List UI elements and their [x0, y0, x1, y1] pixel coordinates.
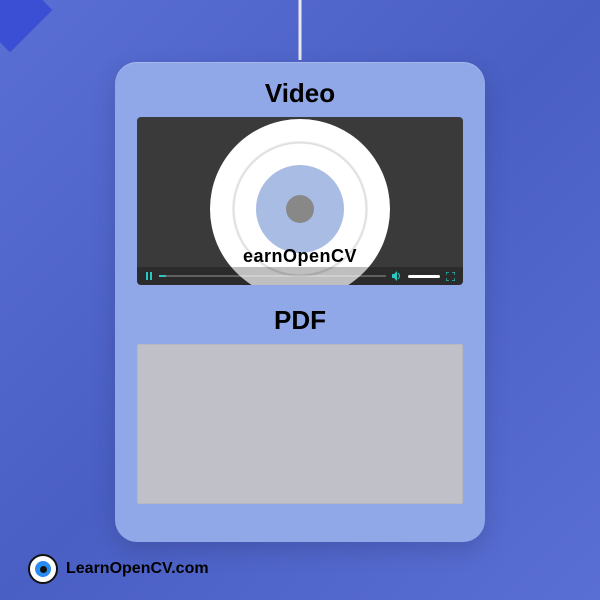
brand-text: LearnOpenCV.com — [66, 560, 209, 578]
brand-eye-iris — [35, 561, 51, 577]
brand-eye-pupil — [40, 566, 47, 573]
fullscreen-icon[interactable] — [446, 272, 455, 281]
video-controls-bar — [137, 267, 463, 285]
footer-brand: LearnOpenCV.com — [28, 554, 209, 584]
volume-icon[interactable] — [392, 271, 402, 281]
pdf-placeholder[interactable] — [137, 344, 463, 504]
connector-line — [299, 0, 302, 60]
video-thumbnail-eye — [210, 119, 390, 285]
video-progress-track[interactable] — [159, 275, 386, 277]
video-section-title: Video — [137, 78, 463, 109]
media-card: Video earnOpenCV PDF — [115, 62, 485, 542]
accent-corner — [0, 0, 52, 52]
eye-ring — [215, 124, 385, 285]
eye-pupil — [286, 195, 314, 223]
brand-eye-icon — [28, 554, 58, 584]
video-player[interactable]: earnOpenCV — [137, 117, 463, 285]
video-progress-fill — [159, 275, 166, 277]
eye-iris — [256, 165, 344, 253]
volume-bar[interactable] — [408, 275, 440, 278]
pause-icon[interactable] — [145, 272, 153, 280]
pdf-section-title: PDF — [137, 305, 463, 336]
